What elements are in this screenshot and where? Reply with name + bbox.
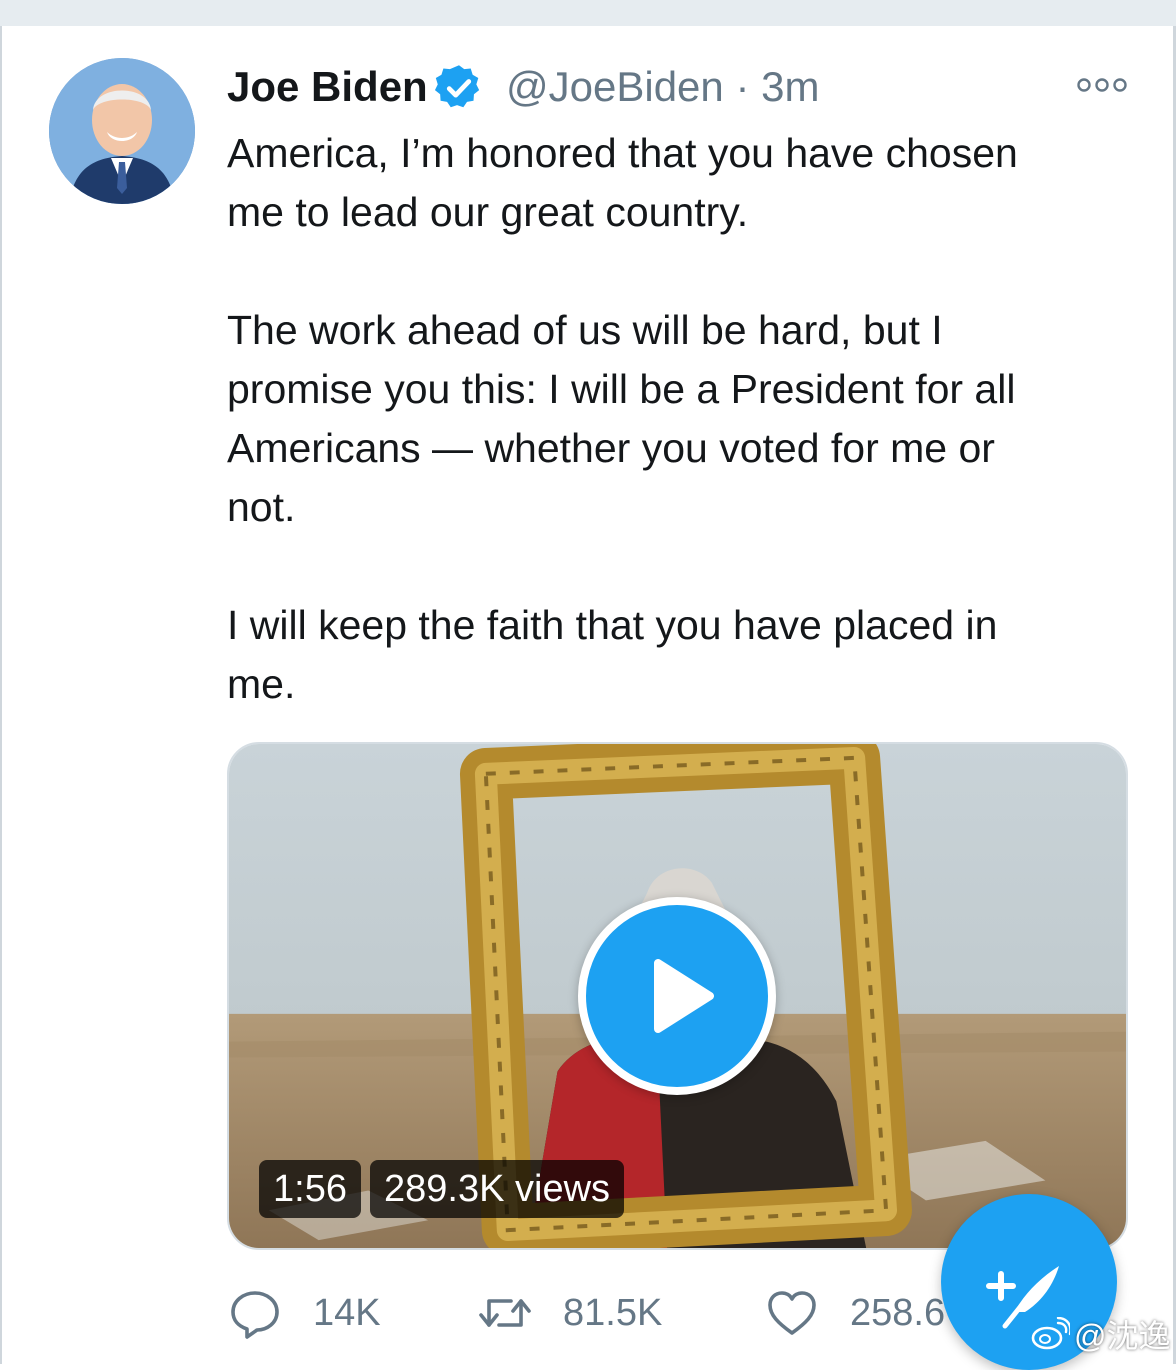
play-button[interactable] [578,897,776,1095]
heart-icon [768,1291,816,1335]
author-handle-and-time: @JoeBiden · 3m [506,62,819,112]
watermark-text: @沈逸 [1074,1318,1171,1354]
more-options-icon[interactable] [1076,70,1128,100]
top-strip [0,0,1176,26]
reply-button[interactable]: 14K [227,1280,381,1346]
reply-count: 14K [313,1291,381,1334]
video-views-badge: 289.3K views [370,1160,625,1218]
time-separator: · [735,63,750,110]
weibo-watermark: @沈逸 [1030,1312,1171,1356]
like-button[interactable]: 258.6 [764,1280,945,1346]
avatar-image [49,58,195,204]
weibo-logo-icon [1031,1317,1070,1350]
retweet-button[interactable]: 81.5K [477,1280,662,1346]
tweet-text: America, I’m honored that you have chose… [227,130,1018,707]
retweet-icon [479,1299,531,1327]
left-border [0,26,2,1364]
tweet-time[interactable]: 3m [761,63,819,110]
video-duration-badge: 1:56 [259,1160,361,1218]
author-avatar[interactable] [49,58,195,204]
author-name[interactable]: Joe Biden [227,62,428,112]
verified-badge-icon [434,65,480,108]
reply-icon [231,1291,279,1339]
retweet-count: 81.5K [563,1291,663,1334]
like-count: 258.6 [850,1291,946,1334]
play-icon [654,959,714,1033]
author-handle[interactable]: @JoeBiden [506,63,724,110]
